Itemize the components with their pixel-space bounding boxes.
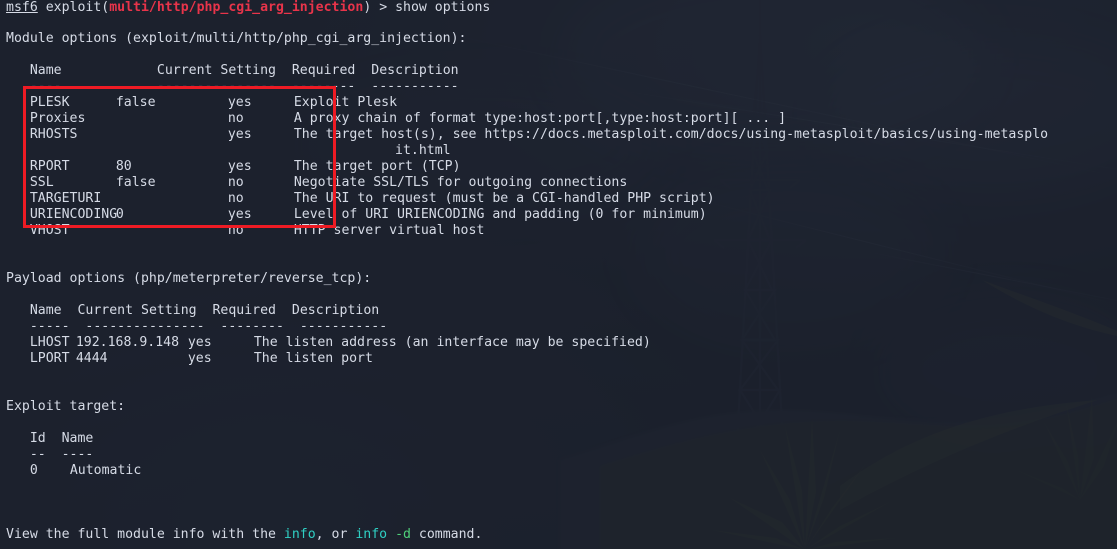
rule-current-setting: --------------- xyxy=(85,319,205,334)
column-header-id: Id xyxy=(29,431,46,446)
option-description-wrap: it.html xyxy=(395,143,451,158)
option-required: no xyxy=(227,111,244,126)
footer-info-flag[interactable]: -d xyxy=(395,527,411,542)
rule-description: ----------- xyxy=(299,319,388,334)
rule-target-name: ---- xyxy=(61,447,94,462)
option-required: no xyxy=(227,175,244,190)
module-options-column-headers: Name Current Setting Required Descriptio… xyxy=(6,63,459,79)
option-required: yes xyxy=(187,351,212,366)
option-name: RHOSTS xyxy=(29,127,78,142)
table-row-continuation: it.html xyxy=(6,143,451,159)
prompt-line: msf6 exploit(multi/http/php_cgi_arg_inje… xyxy=(6,0,490,16)
option-required: no xyxy=(227,191,244,206)
rule-description: ----------- xyxy=(371,79,459,94)
footer-info-command[interactable]: info xyxy=(284,527,316,542)
option-name: URIENCODING xyxy=(29,207,118,222)
option-required: no xyxy=(227,223,244,238)
footer-hint: View the full module info with the info,… xyxy=(6,527,482,543)
option-current: 0 xyxy=(115,207,124,222)
payload-options-header: Payload options (php/meterpreter/reverse… xyxy=(6,271,372,286)
option-description: The target port (TCP) xyxy=(293,159,461,174)
option-description: The target host(s), see https://docs.met… xyxy=(293,127,1049,142)
option-description: Exploit Plesk xyxy=(293,95,398,110)
footer-text-part4: command. xyxy=(410,527,483,542)
option-description: The listen port xyxy=(253,351,373,366)
option-name: SSL xyxy=(29,175,54,190)
prompt-command-text: ) > show options xyxy=(363,0,491,15)
terminal-output[interactable]: msf6 exploit(multi/http/php_cgi_arg_inje… xyxy=(0,0,1117,549)
option-current: false xyxy=(115,95,156,110)
option-required: yes xyxy=(227,159,252,174)
column-header-current-setting: Current Setting xyxy=(156,63,276,78)
footer-text-part3 xyxy=(387,527,395,542)
module-options-header: Module options (exploit/multi/http/php_c… xyxy=(6,31,467,46)
option-current: 4444 xyxy=(75,351,108,366)
option-required: yes xyxy=(187,335,212,350)
option-description: The URI to request (must be a CGI-handle… xyxy=(293,191,715,206)
module-options-rules: ---- --------------- -------- ----------… xyxy=(6,79,459,95)
column-header-description: Description xyxy=(371,63,459,78)
table-row: URIENCODING0 yes Level of URI URIENCODING … xyxy=(6,207,707,223)
column-header-description: Description xyxy=(291,303,380,318)
option-description: Negotiate SSL/TLS for outgoing connectio… xyxy=(293,175,628,190)
option-name: RPORT xyxy=(29,159,70,174)
exploit-target-header: Exploit target: xyxy=(6,399,126,414)
option-current: 80 xyxy=(115,159,132,174)
column-header-name: Name xyxy=(29,303,62,318)
prompt-msf-label: msf6 xyxy=(6,0,38,15)
footer-info-command-alt[interactable]: info xyxy=(355,527,387,542)
option-required: yes xyxy=(227,127,252,142)
rule-id: -- xyxy=(29,447,46,462)
column-header-current-setting: Current Setting xyxy=(77,303,197,318)
option-name: VHOST xyxy=(29,223,70,238)
option-name: Proxies xyxy=(29,111,86,126)
option-current: false xyxy=(115,175,156,190)
rule-name: ----- xyxy=(29,319,70,334)
payload-options-rules: ----- --------------- -------- ---------… xyxy=(6,319,387,335)
target-id: 0 xyxy=(29,463,38,478)
exploit-target-rules: -- ---- xyxy=(6,447,94,463)
terminal-window: msf6 exploit(multi/http/php_cgi_arg_inje… xyxy=(0,0,1117,549)
option-name: LHOST xyxy=(29,335,70,350)
option-required: yes xyxy=(227,207,252,222)
column-header-name: Name xyxy=(29,63,62,78)
payload-options-column-headers: Name Current Setting Required Descriptio… xyxy=(6,303,379,319)
table-row: 0 Automatic xyxy=(6,463,141,479)
table-row: TARGETURI no The URI to request (must be a… xyxy=(6,191,715,207)
footer-text-part1: View the full module info with the xyxy=(6,527,284,542)
footer-text-part2: , or xyxy=(315,527,356,542)
target-name: Automatic xyxy=(69,463,142,478)
table-row: RPORT 80 yes The target port (TCP) xyxy=(6,159,461,175)
rule-name: ---- xyxy=(29,79,62,94)
option-name: TARGETURI xyxy=(29,191,102,206)
option-name: PLESK xyxy=(29,95,70,110)
option-description: A proxy chain of format type:host:port[,… xyxy=(293,111,787,126)
option-name: LPORT xyxy=(29,351,70,366)
option-description: The listen address (an interface may be … xyxy=(253,335,651,350)
table-row: SSL false no Negotiate SSL/TLS for outgoing… xyxy=(6,175,627,191)
table-row: LPORT 4444 yes The listen port xyxy=(6,351,373,367)
rule-required: -------- xyxy=(220,319,284,334)
table-row: VHOST no HTTP server virtual host xyxy=(6,223,485,239)
column-header-required: Required xyxy=(212,303,276,318)
exploit-target-column-headers: Id Name xyxy=(6,431,94,447)
prompt-exploit-open: exploit( xyxy=(37,0,110,15)
table-row: RHOSTS yes The target host(s), see https:/… xyxy=(6,127,1048,143)
table-row: PLESK false yes Exploit Plesk xyxy=(6,95,397,111)
rule-required: -------- xyxy=(291,79,356,94)
column-header-target-name: Name xyxy=(61,431,94,446)
table-row: LHOST 192.168.9.148 yes The listen address … xyxy=(6,335,651,351)
table-row: Proxies no A proxy chain of format type:ho… xyxy=(6,111,786,127)
column-header-required: Required xyxy=(291,63,356,78)
rule-current-setting: --------------- xyxy=(156,79,276,94)
option-description: Level of URI URIENCODING and padding (0 … xyxy=(293,207,707,222)
option-current: 192.168.9.148 xyxy=(75,335,180,350)
option-description: HTTP server virtual host xyxy=(293,223,485,238)
option-required: yes xyxy=(227,95,252,110)
prompt-module-path: multi/http/php_cgi_arg_injection xyxy=(109,0,364,15)
